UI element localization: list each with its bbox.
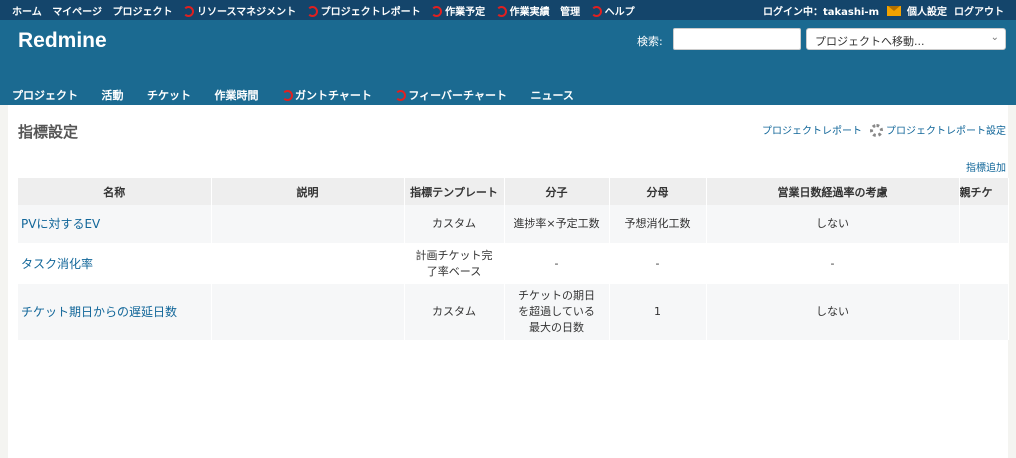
tab-activity[interactable]: 活動: [102, 87, 124, 103]
indicator-description: [210, 243, 405, 284]
redmine-plugin-icon: [282, 90, 293, 101]
tab-issues[interactable]: チケット: [147, 87, 191, 103]
top-menu-home[interactable]: ホーム: [12, 7, 42, 18]
tab-time-entries[interactable]: 作業時間: [215, 87, 259, 103]
redmine-plugin-icon: [182, 6, 194, 17]
indicator-denominator: -: [609, 243, 707, 284]
project-jump-select[interactable]: プロジェクトへ移動... ⌄: [806, 28, 1006, 50]
top-menu-my-page[interactable]: マイページ: [52, 7, 102, 18]
redmine-plugin-icon: [431, 6, 443, 17]
project-report-settings-link[interactable]: プロジェクトレポート設定: [886, 126, 1006, 137]
indicator-template: 計画チケット完了率ベース: [404, 243, 505, 284]
top-menu-resource-management-label: リソースマネジメント: [196, 7, 297, 18]
top-menu-work-plan-label: 作業予定: [445, 7, 486, 18]
top-menu-project-report[interactable]: プロジェクトレポート: [306, 6, 421, 18]
column-header-business-days[interactable]: 営業日数経過率の考慮: [706, 178, 960, 205]
tab-gantt[interactable]: ガントチャート: [282, 87, 372, 103]
table-row: チケット期日からの遅延日数 カスタム チケットの期日を超過している最大の日数 1…: [18, 284, 1009, 340]
indicator-template: カスタム: [404, 205, 505, 243]
tab-news[interactable]: ニュース: [530, 87, 573, 103]
contextual-links: プロジェクトレポート プロジェクトレポート設定: [762, 122, 1006, 137]
redmine-plugin-icon: [495, 6, 507, 17]
indicator-business-days: しない: [706, 284, 960, 340]
top-menu-right: ログイン中：takashi-m 個人設定 ログアウト: [763, 3, 1004, 18]
indicator-parent: [959, 243, 1009, 284]
top-menu-left: ホーム マイページ プロジェクト リソースマネジメント プロジェクトレポート 作…: [12, 3, 642, 18]
tab-project[interactable]: プロジェクト: [12, 87, 78, 103]
column-header-template[interactable]: 指標テンプレート: [404, 178, 505, 205]
redmine-plugin-icon: [395, 90, 407, 101]
tab-fever-chart[interactable]: フィーバーチャート: [395, 87, 507, 103]
indicator-denominator: 予想消化工数: [609, 205, 707, 243]
column-header-description[interactable]: 説明: [211, 178, 405, 205]
indicator-name-link[interactable]: チケット期日からの遅延日数: [18, 284, 212, 340]
column-header-name[interactable]: 名称: [18, 178, 212, 205]
logout-link[interactable]: ログアウト: [954, 7, 1004, 18]
top-menu-help-label: ヘルプ: [604, 7, 635, 18]
site-title[interactable]: Redmine: [18, 29, 107, 53]
chevron-down-icon: ⌄: [990, 32, 999, 43]
indicator-description: [210, 205, 405, 243]
indicator-name-link[interactable]: PVに対するEV: [18, 205, 212, 243]
header: Redmine 検索: プロジェクトへ移動... ⌄ プロジェクト 活動 チケッ…: [0, 20, 1016, 105]
top-menu-work-results-label: 作業実績: [509, 7, 550, 18]
mail-icon: [887, 6, 901, 16]
indicator-name-link[interactable]: タスク消化率: [18, 243, 212, 284]
tab-gantt-label: ガントチャート: [295, 89, 372, 102]
indicator-business-days: しない: [706, 205, 960, 243]
gear-icon: [870, 124, 883, 137]
content: 指標設定 プロジェクトレポート プロジェクトレポート設定 指標追加 名称 説明 指…: [8, 105, 1009, 458]
column-header-denominator[interactable]: 分母: [609, 178, 707, 205]
indicator-template: カスタム: [404, 284, 505, 340]
add-indicator-link[interactable]: 指標追加: [966, 159, 1006, 174]
indicator-parent: [959, 205, 1009, 243]
redmine-plugin-icon: [590, 6, 602, 17]
top-menu-resource-management[interactable]: リソースマネジメント: [182, 6, 297, 18]
top-menu-work-plan[interactable]: 作業予定: [431, 6, 486, 18]
my-account-link[interactable]: 個人設定: [907, 7, 947, 18]
search-input[interactable]: [673, 28, 801, 50]
indicator-numerator: -: [504, 243, 610, 284]
project-jump-label: プロジェクトへ移動...: [815, 35, 925, 48]
top-menu: ホーム マイページ プロジェクト リソースマネジメント プロジェクトレポート 作…: [0, 0, 1016, 20]
tab-fever-chart-label: フィーバーチャート: [408, 89, 507, 102]
logged-in-label: ログイン中：: [763, 7, 823, 18]
table-row: タスク消化率 計画チケット完了率ベース - - -: [18, 243, 1009, 284]
top-menu-projects[interactable]: プロジェクト: [112, 7, 172, 18]
top-menu-project-report-label: プロジェクトレポート: [320, 7, 421, 18]
top-menu-work-results[interactable]: 作業実績: [495, 6, 550, 18]
table-row: PVに対するEV カスタム 進捗率×予定工数 予想消化工数 しない: [18, 205, 1009, 243]
indicator-numerator: 進捗率×予定工数: [504, 205, 610, 243]
indicator-description: [210, 284, 405, 340]
column-header-parent[interactable]: 親チケ: [959, 178, 1009, 205]
column-header-numerator[interactable]: 分子: [504, 178, 610, 205]
indicator-parent: [959, 284, 1009, 340]
content-wrapper: 指標設定 プロジェクトレポート プロジェクトレポート設定 指標追加 名称 説明 指…: [0, 105, 1016, 458]
indicator-table: 名称 説明 指標テンプレート 分子 分母 営業日数経過率の考慮 親チケ PVに対…: [18, 178, 1009, 340]
table-header-row: 名称 説明 指標テンプレート 分子 分母 営業日数経過率の考慮 親チケ: [18, 178, 1009, 205]
top-menu-help[interactable]: ヘルプ: [590, 6, 635, 18]
redmine-plugin-icon: [306, 6, 318, 17]
page-title: 指標設定: [18, 123, 79, 141]
project-report-link[interactable]: プロジェクトレポート: [762, 126, 862, 137]
search-label: 検索:: [637, 35, 663, 48]
indicator-business-days: -: [706, 243, 960, 284]
main-menu: プロジェクト 活動 チケット 作業時間 ガントチャート フィーバーチャート ニュ…: [12, 87, 594, 103]
logged-in-user[interactable]: takashi-m: [823, 7, 879, 18]
top-menu-administration[interactable]: 管理: [560, 7, 580, 18]
indicator-denominator: 1: [609, 284, 707, 340]
indicator-numerator: チケットの期日を超過している最大の日数: [504, 284, 610, 340]
